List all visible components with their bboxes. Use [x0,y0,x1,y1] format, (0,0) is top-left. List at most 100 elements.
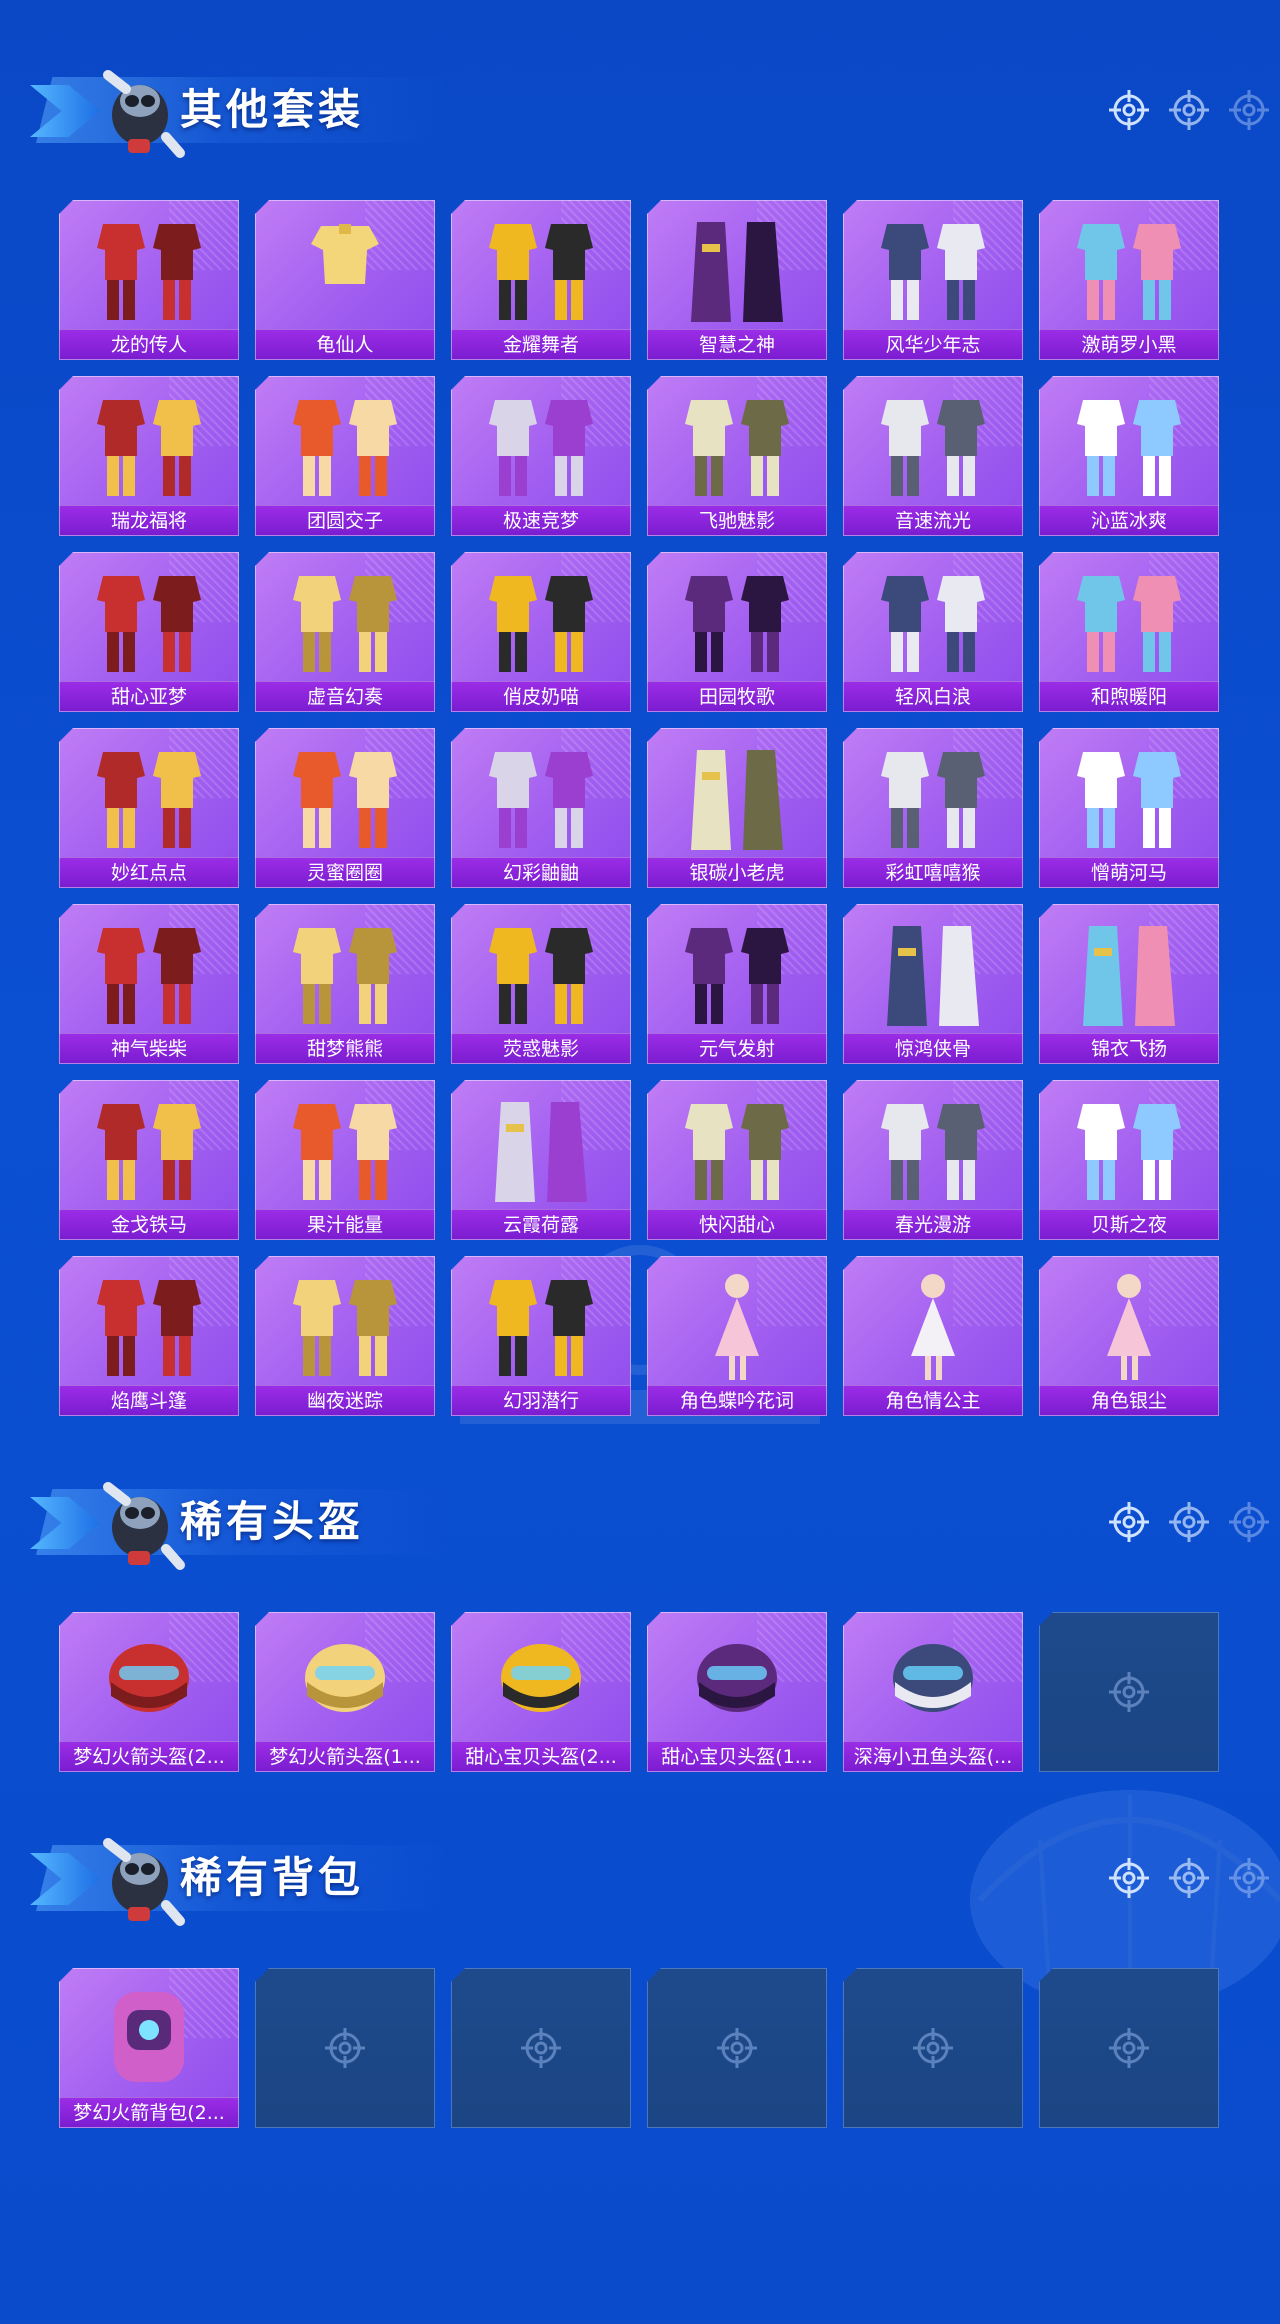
item-card[interactable]: 快闪甜心 [647,1080,827,1240]
empty-slot [451,1968,631,2128]
item-card[interactable]: 梦幻火箭背包(2... [59,1968,239,2128]
item-card[interactable]: 焰鹰斗篷 [59,1256,239,1416]
item-card[interactable]: 妙红点点 [59,728,239,888]
outfit-icon [881,576,985,672]
item-label: 龙的传人 [59,329,239,360]
item-card[interactable]: 轻风白浪 [843,552,1023,712]
item-card[interactable]: 灵蜜圈圈 [255,728,435,888]
section-title: 稀有背包 [180,1853,365,1902]
item-card[interactable]: 云霞荷露 [451,1080,631,1240]
section-helmets: 稀有头盔 梦幻火箭头盔(2... 梦幻火箭头盔(1... 甜心宝贝头盔(2... [0,1467,1280,1787]
item-card[interactable]: 深海小丑鱼头盔(... [843,1612,1023,1772]
empty-slot [1039,1612,1219,1772]
outfit-icon [97,224,201,320]
item-label: 甜心宝贝头盔(2... [451,1741,631,1772]
robe-icon [887,926,979,1026]
shirt-icon [311,224,379,284]
item-label: 幻彩鼬鼬 [451,857,631,888]
item-label: 激萌罗小黑 [1039,329,1219,360]
item-label: 虚音幻奏 [255,681,435,712]
item-label: 梦幻火箭背包(2... [59,2097,239,2128]
item-card[interactable]: 惊鸿侠骨 [843,904,1023,1064]
item-label: 幽夜迷踪 [255,1385,435,1416]
outfit-icon [881,224,985,320]
outfit-icon [293,752,397,848]
item-card[interactable]: 风华少年志 [843,200,1023,360]
item-card[interactable]: 智慧之神 [647,200,827,360]
item-label: 果汁能量 [255,1209,435,1240]
item-card[interactable]: 金戈铁马 [59,1080,239,1240]
robe-icon [495,1102,587,1202]
item-card[interactable]: 梦幻火箭头盔(2... [59,1612,239,1772]
helmet-icon [697,1644,777,1712]
item-card[interactable]: 角色情公主 [843,1256,1023,1416]
item-card[interactable]: 飞驰魅影 [647,376,827,536]
item-label: 金耀舞者 [451,329,631,360]
item-label: 沁蓝冰爽 [1039,505,1219,536]
item-card[interactable]: 甜心宝贝头盔(2... [451,1612,631,1772]
item-label: 俏皮奶喵 [451,681,631,712]
item-card[interactable]: 田园牧歌 [647,552,827,712]
outfit-icon [489,576,593,672]
empty-slot-crosshair-icon [913,2028,953,2068]
item-card[interactable]: 幽夜迷踪 [255,1256,435,1416]
item-card[interactable]: 甜心亚梦 [59,552,239,712]
item-label: 焰鹰斗篷 [59,1385,239,1416]
item-card[interactable]: 神气柴柴 [59,904,239,1064]
outfit-icon [489,752,593,848]
empty-slot-crosshair-icon [1109,2028,1149,2068]
item-card[interactable]: 甜梦熊熊 [255,904,435,1064]
item-card[interactable]: 团圆交子 [255,376,435,536]
item-card[interactable]: 极速竞梦 [451,376,631,536]
item-card[interactable]: 锦衣飞扬 [1039,904,1219,1064]
item-label: 荧惑魅影 [451,1033,631,1064]
item-label: 飞驰魅影 [647,505,827,536]
item-card[interactable]: 甜心宝贝头盔(1... [647,1612,827,1772]
item-card[interactable]: 和煦暖阳 [1039,552,1219,712]
item-card[interactable]: 憎萌河马 [1039,728,1219,888]
item-card[interactable]: 角色银尘 [1039,1256,1219,1416]
helmet-icon [109,1644,189,1712]
item-card[interactable]: 金耀舞者 [451,200,631,360]
item-card[interactable]: 瑞龙福将 [59,376,239,536]
item-card[interactable]: 贝斯之夜 [1039,1080,1219,1240]
item-card[interactable]: 荧惑魅影 [451,904,631,1064]
crosshair-decoration [1108,1501,1270,1543]
section-header-backpacks: 稀有背包 [30,1823,1270,1933]
helmet-icon [501,1644,581,1712]
item-card[interactable]: 幻羽潜行 [451,1256,631,1416]
item-card[interactable]: 春光漫游 [843,1080,1023,1240]
character-icon [1107,1274,1151,1380]
outfit-icon [1077,400,1181,496]
item-card[interactable]: 龙的传人 [59,200,239,360]
crosshair-icon [1229,1502,1269,1542]
item-card[interactable]: 音速流光 [843,376,1023,536]
outfit-icon [489,224,593,320]
outfit-icon [489,400,593,496]
outfit-icon [685,1104,789,1200]
item-card[interactable]: 俏皮奶喵 [451,552,631,712]
item-label: 金戈铁马 [59,1209,239,1240]
outfit-icon [293,928,397,1024]
item-label: 甜心亚梦 [59,681,239,712]
item-card[interactable]: 梦幻火箭头盔(1... [255,1612,435,1772]
item-label: 妙红点点 [59,857,239,888]
item-card[interactable]: 彩虹嘻嘻猴 [843,728,1023,888]
item-card[interactable]: 银碳小老虎 [647,728,827,888]
item-label: 甜心宝贝头盔(1... [647,1741,827,1772]
item-card[interactable]: 幻彩鼬鼬 [451,728,631,888]
item-card[interactable]: 激萌罗小黑 [1039,200,1219,360]
item-card[interactable]: 虚音幻奏 [255,552,435,712]
item-card[interactable]: 元气发射 [647,904,827,1064]
robe-icon [691,750,783,850]
item-label: 角色银尘 [1039,1385,1219,1416]
item-card[interactable]: 果汁能量 [255,1080,435,1240]
item-card[interactable]: 沁蓝冰爽 [1039,376,1219,536]
crosshair-decoration [1108,1857,1270,1899]
item-label: 幻羽潜行 [451,1385,631,1416]
item-card[interactable]: 龟仙人 [255,200,435,360]
item-label: 智慧之神 [647,329,827,360]
item-card[interactable]: 角色蝶吟花词 [647,1256,827,1416]
item-label: 甜梦熊熊 [255,1033,435,1064]
outfit-icon [97,928,201,1024]
